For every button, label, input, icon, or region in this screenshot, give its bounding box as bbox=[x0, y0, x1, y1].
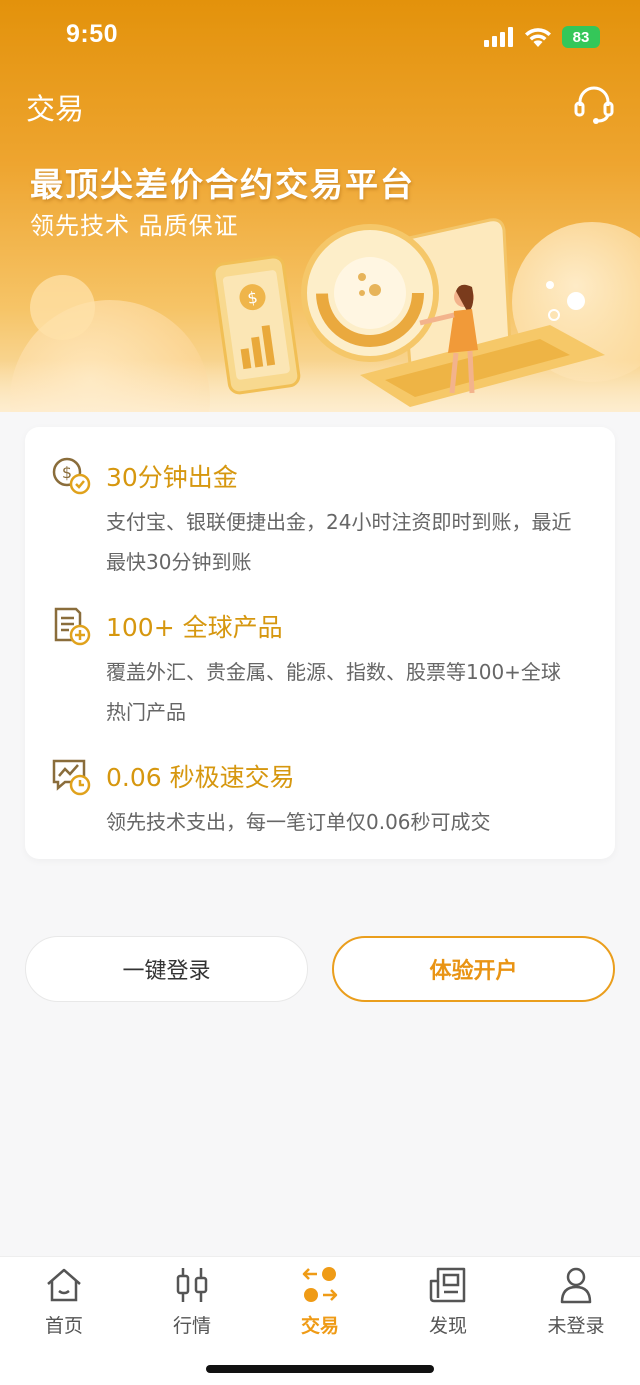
tab-label: 首页 bbox=[44, 1315, 83, 1337]
feature-title: 30分钟出金 bbox=[106, 463, 238, 492]
trading-illustration: $ bbox=[212, 218, 605, 407]
tab-market[interactable]: 行情 bbox=[128, 1265, 256, 1337]
feature-title: 100+ 全球产品 bbox=[106, 613, 283, 642]
signal-icon bbox=[484, 27, 513, 47]
tab-home[interactable]: 首页 bbox=[0, 1265, 128, 1337]
hero-title: 最顶尖差价合约交易平台 bbox=[30, 165, 415, 204]
wifi-icon bbox=[525, 28, 551, 47]
home-icon bbox=[47, 1268, 81, 1302]
hero-banner: 9:50 83 交易 最顶尖差价合约交易平台 领先技术 品质保证 $ bbox=[0, 0, 640, 412]
page-title: 交易 bbox=[26, 92, 85, 126]
candlestick-icon bbox=[176, 1268, 208, 1302]
tab-label: 发现 bbox=[428, 1315, 467, 1337]
headset-icon[interactable] bbox=[572, 82, 616, 126]
tab-discover[interactable]: 发现 bbox=[384, 1265, 512, 1337]
dollar-check-icon: $ bbox=[52, 457, 91, 495]
document-plus-icon bbox=[54, 607, 91, 646]
one-click-login-button[interactable]: 一键登录 bbox=[25, 936, 308, 1002]
feature-description: 支付宝、银联便捷出金，24小时注资即时到账，最近最快30分钟到账 bbox=[106, 510, 572, 574]
status-icons: 83 bbox=[484, 24, 600, 50]
tab-label: 行情 bbox=[172, 1315, 211, 1337]
feature-description: 领先技术支出，每一笔订单仅0.06秒可成交 bbox=[106, 810, 491, 834]
tab-account[interactable]: 未登录 bbox=[512, 1265, 640, 1337]
trade-exchange-icon bbox=[302, 1267, 338, 1302]
newspaper-icon bbox=[429, 1267, 466, 1303]
decor-bubble bbox=[30, 275, 95, 340]
tab-trade[interactable]: 交易 bbox=[256, 1265, 384, 1337]
user-icon bbox=[560, 1267, 592, 1304]
hero-subtitle: 领先技术 品质保证 bbox=[30, 212, 239, 240]
feature-card: $ 30分钟出金 支付宝、银联便捷出金，24小时注资即时到账，最近最快30分钟到… bbox=[25, 427, 615, 859]
battery-indicator: 83 bbox=[562, 26, 600, 48]
home-indicator[interactable] bbox=[206, 1365, 434, 1373]
chart-clock-icon bbox=[52, 759, 91, 796]
status-time: 9:50 bbox=[66, 20, 119, 48]
feature-title: 0.06 秒极速交易 bbox=[106, 763, 295, 792]
svg-text:$: $ bbox=[62, 463, 72, 482]
tab-label: 未登录 bbox=[547, 1315, 605, 1337]
open-account-button[interactable]: 体验开户 bbox=[332, 936, 615, 1002]
tab-label: 交易 bbox=[300, 1315, 339, 1337]
feature-description: 覆盖外汇、贵金属、能源、指数、股票等100+全球热门产品 bbox=[106, 660, 561, 724]
